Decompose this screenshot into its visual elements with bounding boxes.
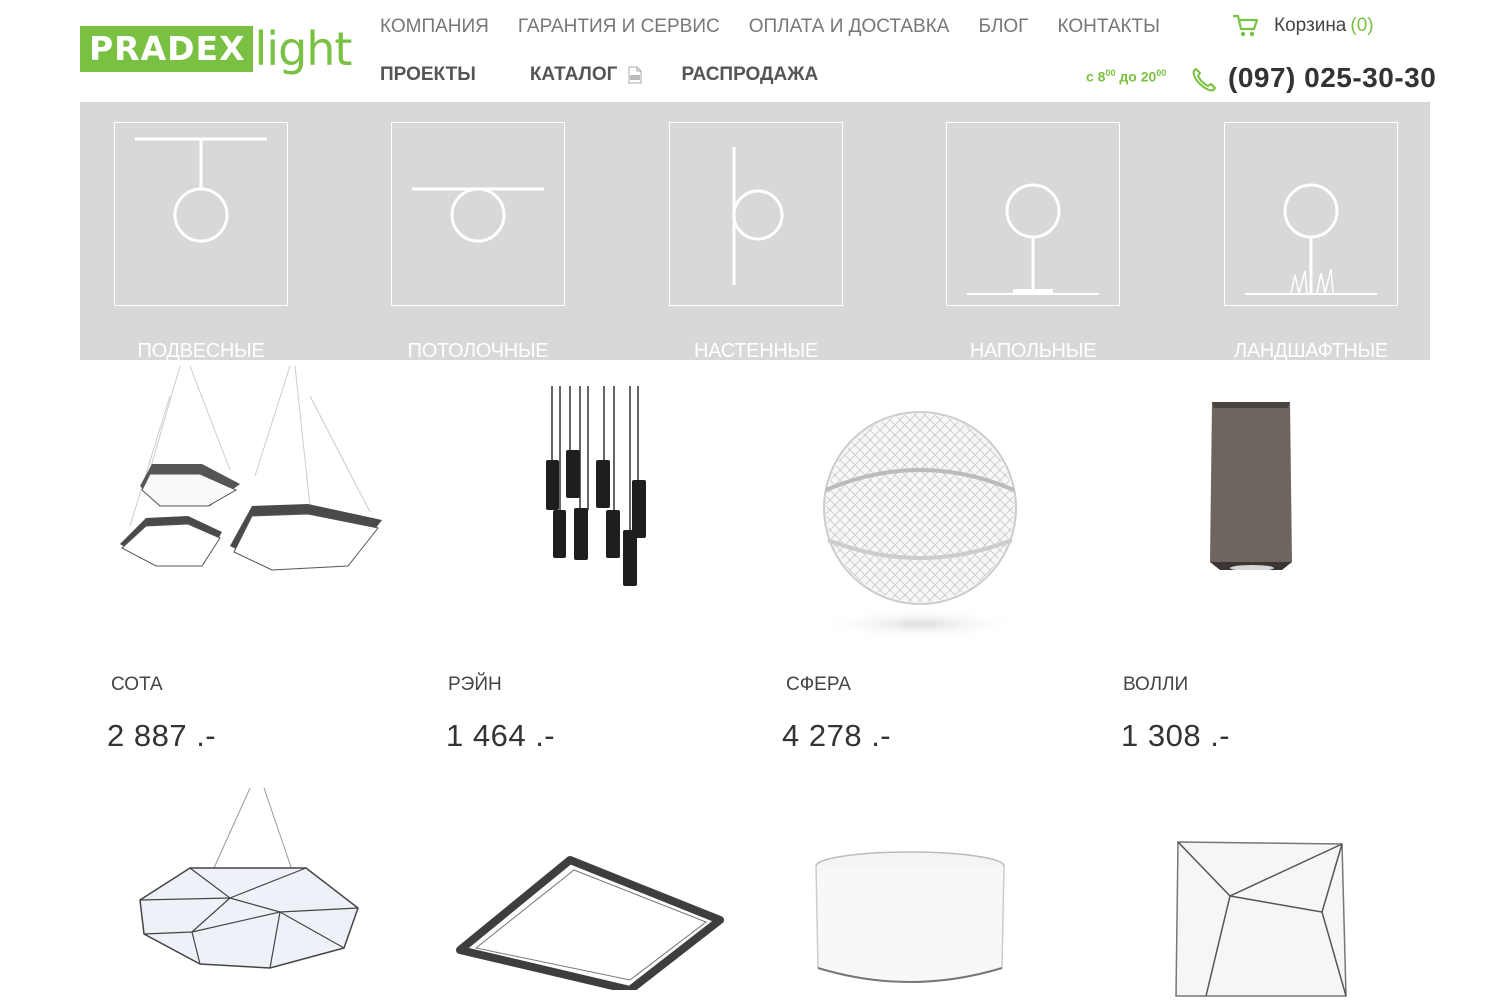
top-navigation: КОМПАНИЯ ГАРАНТИЯ И СЕРВИС ОПЛАТА И ДОСТ… (380, 14, 1189, 40)
nav-sale-link[interactable]: РАСПРОДАЖА (681, 62, 818, 88)
product-name[interactable]: СОТА (111, 674, 163, 696)
category-tile (1224, 122, 1398, 306)
product-image-polygon-pendant[interactable] (130, 788, 370, 978)
product-name[interactable]: РЭЙН (448, 674, 502, 696)
category-tile (391, 122, 565, 306)
cart-icon (1233, 14, 1259, 37)
product-image-rain[interactable] (440, 380, 730, 640)
category-label: ЛАНДШАФТНЫЕ (1234, 340, 1388, 362)
category-label: НАПОЛЬНЫЕ (969, 340, 1097, 362)
category-tile (946, 122, 1120, 306)
nav-company-link[interactable]: КОМПАНИЯ (380, 14, 489, 40)
pdf-icon[interactable] (627, 66, 643, 84)
category-landscape[interactable]: ЛАНДШАФТНЫЕ (1224, 122, 1398, 362)
product-name[interactable]: СФЕРА (786, 674, 851, 696)
product-image-drum-ceiling[interactable] (810, 846, 1010, 986)
product-image-sota[interactable] (110, 366, 400, 656)
category-tile (669, 122, 843, 306)
nav-contacts-link[interactable]: КОНТАКТЫ (1057, 14, 1160, 40)
floor-lamp-icon (967, 183, 1099, 295)
category-pendant[interactable]: ПОДВЕСНЫЕ (114, 122, 288, 362)
cart-label: Корзина (1274, 15, 1347, 36)
product-image-square-ceiling[interactable] (1170, 836, 1350, 1000)
category-label: ПОТОЛОЧНЫЕ (407, 340, 549, 362)
cart-link[interactable]: Корзина (0) (1232, 12, 1374, 40)
pendant-lamp-icon (135, 137, 267, 243)
product-image-volli[interactable] (1200, 392, 1310, 582)
category-floor[interactable]: НАПОЛЬНЫЕ (946, 122, 1120, 362)
product-image-sphere[interactable] (800, 380, 1040, 650)
nav-catalog-link[interactable]: КАТАЛОГ (530, 62, 618, 88)
landscape-lamp-icon (1245, 183, 1377, 295)
product-price: 2 887 .- (107, 718, 217, 753)
category-ceiling[interactable]: ПОТОЛОЧНЫЕ (391, 122, 565, 362)
category-tile (114, 122, 288, 306)
phone-icon (1192, 68, 1216, 92)
category-wall[interactable]: НАСТЕННЫЕ (669, 122, 843, 362)
nav-warranty-link[interactable]: ГАРАНТИЯ И СЕРВИС (518, 14, 720, 40)
product-image-square-panel[interactable] (450, 850, 730, 990)
phone-number[interactable]: (097) 025-30-30 (1228, 62, 1436, 94)
product-name[interactable]: ВОЛЛИ (1123, 674, 1188, 696)
logo-secondary: light (254, 22, 353, 76)
product-price: 1 464 .- (446, 718, 556, 753)
working-hours: с 800 до 2000 (1086, 68, 1167, 85)
product-price: 1 308 .- (1121, 718, 1231, 753)
category-label: НАСТЕННЫЕ (694, 340, 818, 362)
site-logo[interactable]: PRADEX light (80, 22, 353, 76)
nav-blog-link[interactable]: БЛОГ (978, 14, 1028, 40)
wall-lamp-icon (732, 147, 784, 285)
main-navigation: ПРОЕКТЫ КАТАЛОГ РАСПРОДАЖА (380, 62, 818, 88)
nav-payment-link[interactable]: ОПЛАТА И ДОСТАВКА (749, 14, 950, 40)
logo-primary: PRADEX (80, 26, 253, 72)
cart-count: (0) (1350, 15, 1374, 36)
category-label: ПОДВЕСНЫЕ (137, 340, 265, 362)
nav-projects-link[interactable]: ПРОЕКТЫ (380, 62, 476, 88)
ceiling-lamp-icon (412, 187, 544, 243)
product-price: 4 278 .- (782, 718, 892, 753)
category-band: ПОДВЕСНЫЕ ПОТОЛОЧНЫЕ НАСТЕННЫЕ НАПОЛЬНЫЕ… (80, 102, 1430, 362)
